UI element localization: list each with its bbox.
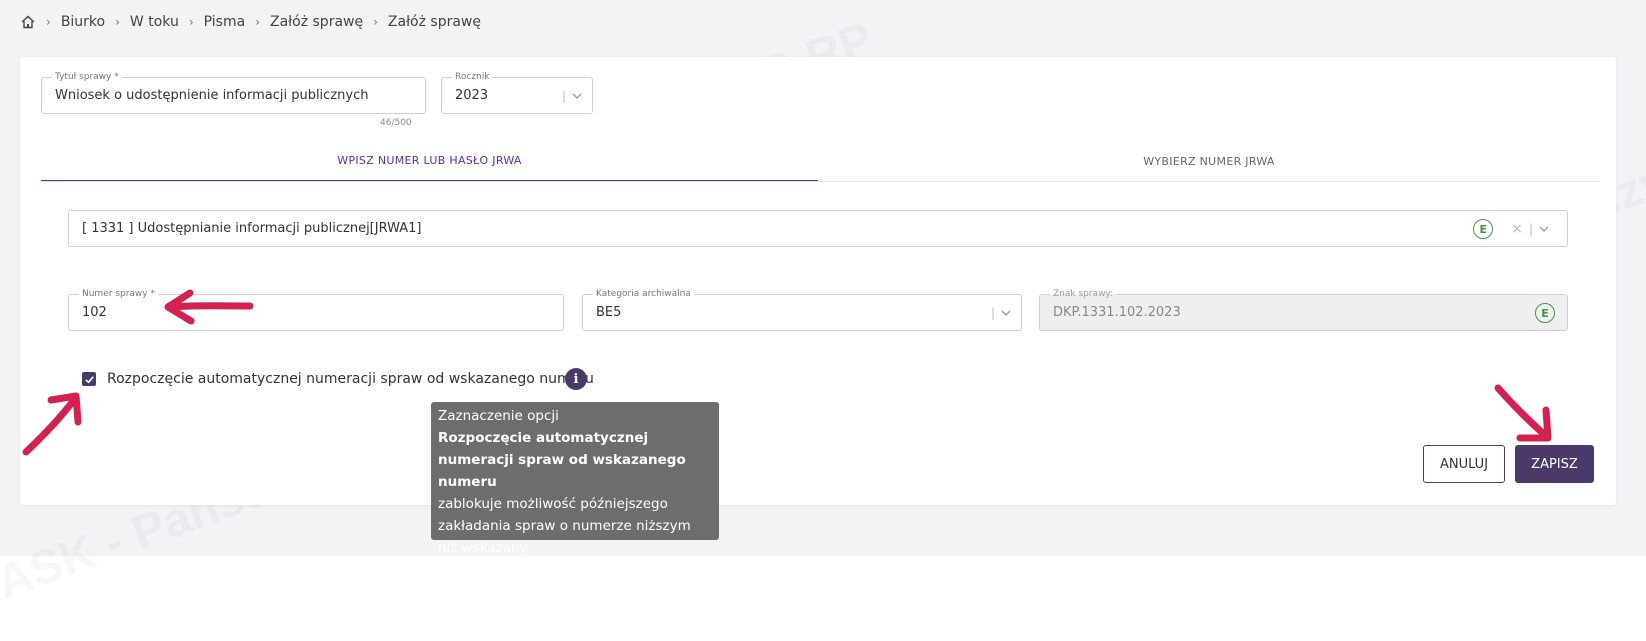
annotation-arrow-icon: [22, 392, 82, 456]
breadcrumb-separator: ›: [255, 15, 260, 29]
case-sign-controls: E: [1535, 295, 1555, 331]
jrwa-select-controls: E × |: [1473, 211, 1549, 247]
case-number-field[interactable]: Numer sprawy * 102: [68, 288, 564, 331]
year-value: 2023: [455, 88, 489, 103]
case-form-card: [20, 57, 1616, 505]
case-title-field[interactable]: Tytuł sprawy * Wniosek o udostępnienie i…: [41, 71, 426, 114]
annotation-arrow-icon: [1494, 384, 1552, 442]
auto-numbering-checkbox[interactable]: [82, 372, 96, 386]
breadcrumb-separator: ›: [46, 15, 51, 29]
tooltip-bold-text: Rozpoczęcie automatycznej numeracji spra…: [438, 430, 686, 490]
jrwa-value: [ 1331 ] Udostępnianie informacji public…: [82, 221, 422, 236]
auto-numbering-label[interactable]: Rozpoczęcie automatycznej numeracji spra…: [107, 368, 594, 390]
tooltip-line1: Zaznaczenie opcji: [438, 408, 559, 424]
chevron-down-icon[interactable]: [1001, 308, 1011, 318]
breadcrumb-item-w-toku[interactable]: W toku: [130, 14, 179, 30]
clear-icon[interactable]: ×: [1511, 221, 1523, 237]
case-title-counter: 46/500: [380, 118, 412, 128]
electronic-badge-icon: E: [1473, 219, 1494, 239]
jrwa-select[interactable]: [ 1331 ] Udostępnianie informacji public…: [68, 210, 1568, 247]
case-sign-field: Znak sprawy: DKP.1331.102.2023 E: [1039, 288, 1568, 331]
breadcrumb-item-biurko[interactable]: Biurko: [61, 14, 105, 30]
year-select[interactable]: Rocznik 2023 |: [441, 71, 593, 114]
save-button[interactable]: ZAPISZ: [1515, 445, 1594, 483]
tabs-divider: [41, 181, 1600, 182]
breadcrumb-item-current: Załóż sprawę: [387, 14, 481, 30]
home-icon[interactable]: [20, 14, 36, 30]
chevron-down-icon[interactable]: [572, 91, 582, 101]
tab-choose-jrwa[interactable]: WYBIERZ NUMER JRWA: [818, 140, 1600, 182]
case-number-value: 102: [82, 305, 107, 320]
info-icon[interactable]: i: [565, 368, 587, 390]
archive-category-value: BE5: [596, 305, 622, 320]
archive-category-select[interactable]: Kategoria archiwalna BE5 |: [582, 288, 1022, 331]
annotation-arrow-icon: [164, 289, 254, 325]
chevron-down-icon[interactable]: [1539, 224, 1549, 234]
auto-numbering-tooltip: Zaznaczenie opcji Rozpoczęcie automatycz…: [431, 402, 719, 556]
breadcrumb-item-pisma[interactable]: Pisma: [204, 14, 246, 30]
check-icon: [84, 375, 94, 383]
cancel-button[interactable]: ANULUJ: [1423, 445, 1505, 483]
case-sign-value: DKP.1331.102.2023: [1053, 305, 1181, 320]
breadcrumb-separator: ›: [188, 15, 194, 29]
case-title-value: Wniosek o udostępnienie informacji publi…: [55, 88, 369, 103]
archive-category-controls: |: [991, 295, 1011, 331]
breadcrumb-separator: ›: [115, 15, 120, 29]
year-select-controls: |: [562, 78, 582, 114]
tab-enter-jrwa[interactable]: WPISZ NUMER LUB HASŁO JRWA: [41, 140, 818, 182]
breadcrumb-item-zaloz-sprawe[interactable]: Załóż sprawę: [270, 14, 363, 30]
electronic-badge-icon: E: [1535, 303, 1555, 323]
breadcrumb-separator: ›: [373, 15, 378, 29]
breadcrumb: › Biurko › W toku › Pisma › Załóż sprawę…: [20, 10, 481, 34]
tooltip-rest-text: zablokuje możliwość późniejszego zakłada…: [438, 496, 691, 556]
